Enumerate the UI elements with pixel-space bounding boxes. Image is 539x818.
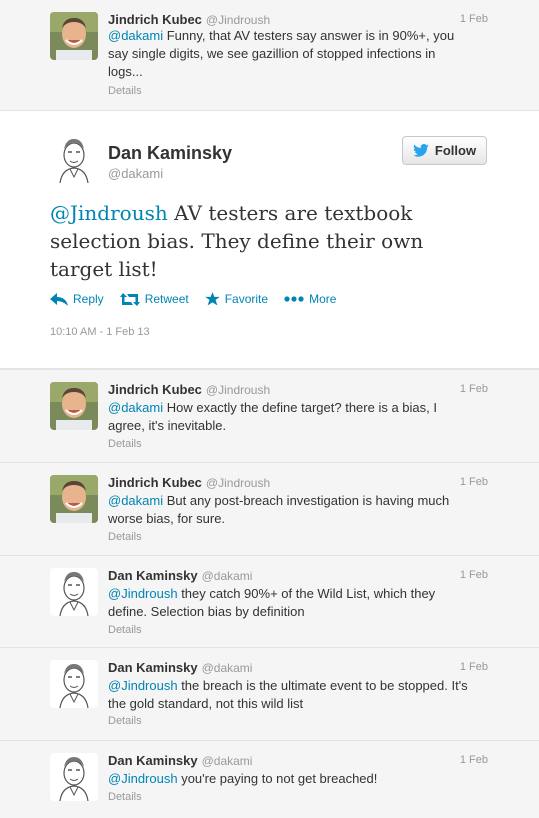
mention-link[interactable]: @Jindroush (108, 678, 178, 693)
tweet-timestamp[interactable]: 10:10 AM - 1 Feb 13 (50, 326, 150, 338)
author-handle[interactable]: @Jindroush (206, 13, 270, 27)
retweet-button[interactable]: Retweet (119, 292, 189, 306)
details-link[interactable]: Details (108, 531, 142, 543)
avatar[interactable] (50, 568, 98, 616)
author-fullname[interactable]: Dan Kaminsky (108, 660, 198, 675)
author-name[interactable]: Dan Kaminsky @dakami (108, 568, 252, 583)
details-link[interactable]: Details (108, 624, 142, 636)
author-name[interactable]: Dan Kaminsky @dakami (108, 660, 252, 675)
tweet-time[interactable]: 1 Feb (460, 754, 488, 766)
avatar[interactable] (50, 753, 98, 801)
tweet-text: @Jindroush they catch 90%+ of the Wild L… (108, 585, 468, 621)
more-label: More (309, 292, 337, 306)
author-fullname[interactable]: Jindrich Kubec (108, 475, 202, 490)
follow-button[interactable]: Follow (402, 136, 487, 165)
tweet-time[interactable]: 1 Feb (460, 13, 488, 25)
tweet-time[interactable]: 1 Feb (460, 383, 488, 395)
reply-icon (50, 292, 68, 306)
author-name[interactable]: Dan Kaminsky @dakami (108, 753, 252, 768)
avatar[interactable] (50, 660, 98, 708)
tweet-item[interactable]: Dan Kaminsky @dakami 1 Feb @Jindroush the… (0, 555, 539, 647)
avatar-image (50, 12, 98, 60)
tweet-item[interactable]: Jindrich Kubec @Jindroush 1 Feb @dakami F… (0, 0, 539, 110)
tweet-text: @Jindroush AV testers are textbook selec… (50, 199, 490, 283)
author-name[interactable]: Jindrich Kubec @Jindroush (108, 382, 270, 397)
tweet-time[interactable]: 1 Feb (460, 661, 488, 673)
author-handle[interactable]: @dakami (202, 661, 253, 675)
tweet-time[interactable]: 1 Feb (460, 476, 488, 488)
follow-label: Follow (434, 143, 477, 158)
author-handle[interactable]: @Jindroush (206, 383, 270, 397)
author-handle[interactable]: @dakami (202, 754, 253, 768)
author-fullname[interactable]: Jindrich Kubec (108, 12, 202, 27)
more-button[interactable]: More (284, 292, 336, 306)
tweet-item[interactable]: Dan Kaminsky @dakami 1 Feb @Jindroush the… (0, 647, 539, 740)
details-link[interactable]: Details (108, 85, 142, 97)
star-icon (204, 292, 220, 306)
retweet-icon (119, 292, 140, 306)
details-link[interactable]: Details (108, 438, 142, 450)
avatar[interactable] (50, 135, 98, 183)
mention-link[interactable]: @Jindroush (108, 771, 178, 786)
avatar-image (50, 568, 98, 616)
tweet-text: @Jindroush the breach is the ultimate ev… (108, 677, 468, 713)
author-fullname[interactable]: Dan Kaminsky (108, 143, 232, 164)
tweet-item[interactable]: Jindrich Kubec @Jindroush 1 Feb @dakami B… (0, 462, 539, 555)
tweet-time[interactable]: 1 Feb (460, 569, 488, 581)
mention-link[interactable]: @dakami (108, 28, 163, 43)
mention-link[interactable]: @Jindroush (108, 586, 178, 601)
mention-link[interactable]: @Jindroush (50, 201, 168, 225)
avatar-image (50, 382, 98, 430)
author-fullname[interactable]: Dan Kaminsky (108, 568, 198, 583)
avatar[interactable] (50, 382, 98, 430)
retweet-label: Retweet (144, 292, 189, 306)
main-tweet: Dan Kaminsky @dakami Follow @Jindroush A… (0, 110, 539, 369)
author-fullname[interactable]: Jindrich Kubec (108, 382, 202, 397)
reply-button[interactable]: Reply (50, 292, 104, 306)
tweet-item[interactable]: Jindrich Kubec @Jindroush 1 Feb @dakami H… (0, 369, 539, 462)
avatar[interactable] (50, 12, 98, 60)
author-fullname[interactable]: Dan Kaminsky (108, 753, 198, 768)
avatar[interactable] (50, 475, 98, 523)
avatar-image (50, 475, 98, 523)
avatar-image (50, 660, 98, 708)
tweet-text: @dakami How exactly the define target? t… (108, 399, 468, 435)
avatar-image (50, 135, 98, 183)
more-dots-icon (284, 296, 304, 302)
author-name[interactable]: Jindrich Kubec @Jindroush (108, 475, 270, 490)
mention-link[interactable]: @dakami (108, 400, 163, 415)
author-name[interactable]: Jindrich Kubec @Jindroush (108, 12, 270, 27)
reply-label: Reply (73, 292, 104, 306)
details-link[interactable]: Details (108, 715, 142, 727)
avatar-image (50, 753, 98, 801)
details-link[interactable]: Details (108, 791, 142, 803)
tweet-actions: Reply Retweet Favorite More (50, 292, 336, 306)
author-handle[interactable]: @dakami (202, 569, 253, 583)
tweet-body: you're paying to not get breached! (177, 771, 378, 786)
favorite-label: Favorite (224, 292, 269, 306)
tweet-text: @Jindroush you're paying to not get brea… (108, 770, 468, 788)
mention-link[interactable]: @dakami (108, 493, 163, 508)
tweet-item[interactable]: Dan Kaminsky @dakami 1 Feb @Jindroush you… (0, 740, 539, 818)
favorite-button[interactable]: Favorite (204, 292, 269, 306)
author-handle[interactable]: @Jindroush (206, 476, 270, 490)
tweet-text: @dakami Funny, that AV testers say answe… (108, 27, 468, 81)
tweet-text: @dakami But any post-breach investigatio… (108, 492, 468, 528)
twitter-bird-icon (413, 144, 429, 157)
author-handle[interactable]: @dakami (108, 166, 163, 181)
